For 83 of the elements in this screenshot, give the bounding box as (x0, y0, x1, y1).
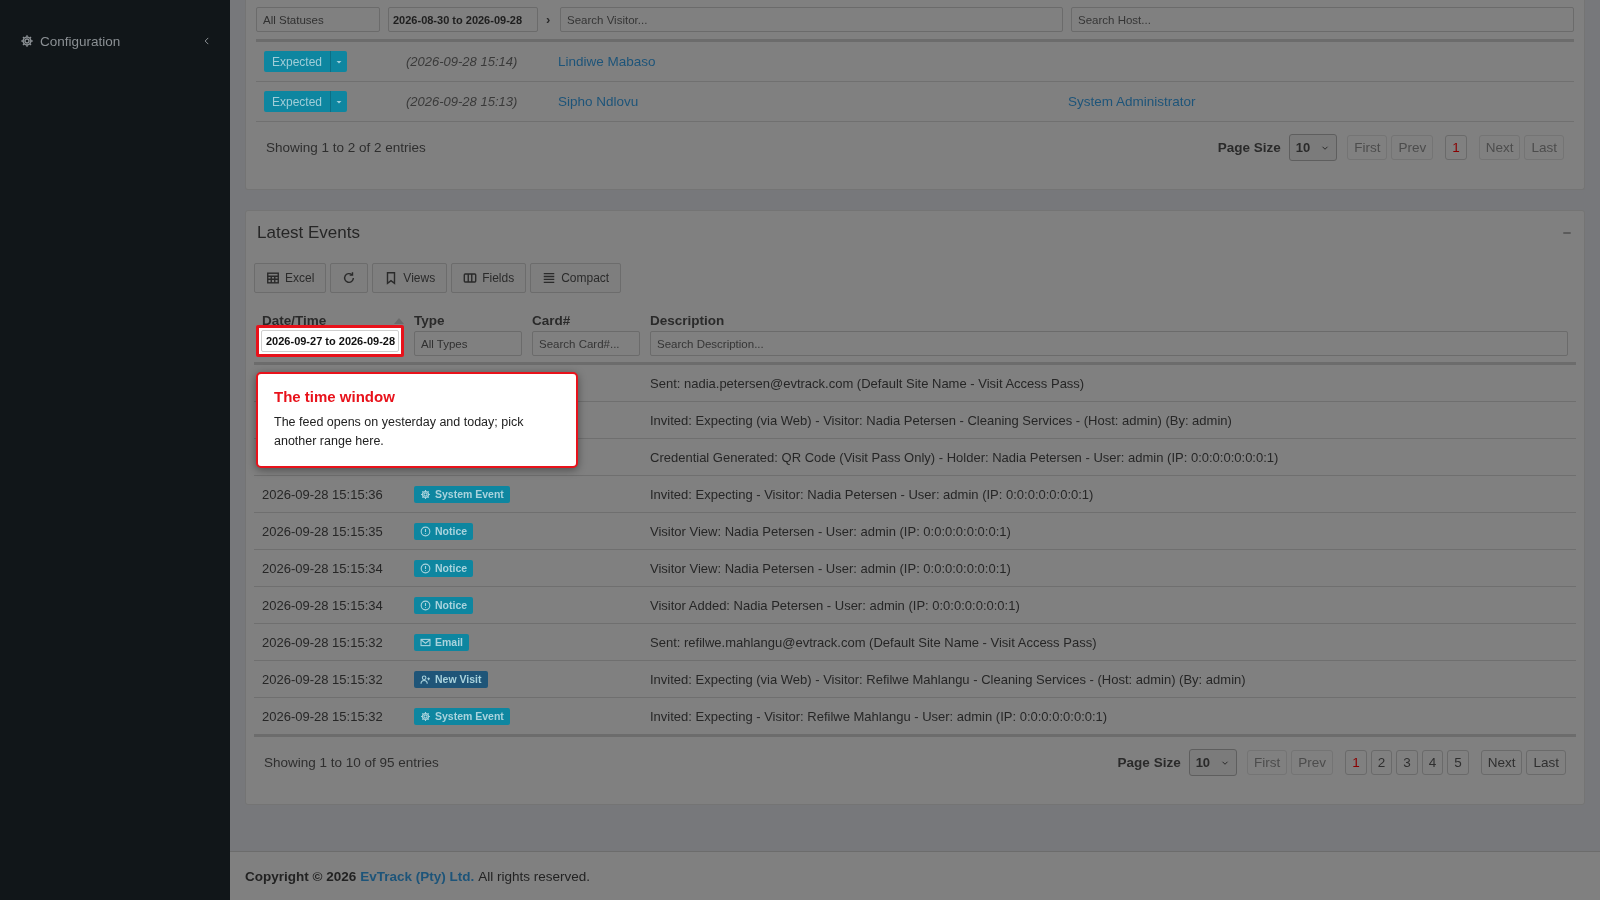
page-size-label: Page Size (1117, 755, 1181, 770)
gear-icon (420, 710, 431, 722)
event-description: Invited: Expecting (via Web) - Visitor: Nadia Petersen - Cleaning Services - (Host: admin) (By: admin) (650, 412, 1233, 428)
refresh-button[interactable] (330, 263, 369, 293)
event-description: Credential Generated: QR Code (Visit Pass Only) - Holder: Nadia Petersen - User: admin (IP: 0:0:0:0:0:0:0:1) (650, 449, 1280, 465)
event-datetime: 2026-09-28 15:15:32 (262, 708, 384, 724)
event-type-badge: System Event (414, 707, 510, 725)
page-number-button[interactable]: 4 (1421, 750, 1444, 775)
gear-icon (20, 34, 34, 48)
event-type-badge: Notice (414, 522, 474, 540)
column-header[interactable]: Card# (532, 313, 650, 328)
panel-title: Latest Events (257, 223, 360, 243)
event-description: Invited: Expecting - Visitor: Nadia Petersen - User: admin (IP: 0:0:0:0:0:0:0:1) (650, 486, 1095, 502)
type-filter[interactable]: All Types (414, 331, 522, 356)
column-header[interactable]: Type (414, 313, 532, 328)
refresh-icon (342, 271, 357, 285)
event-type-badge: New Visit (414, 670, 488, 688)
event-description: Sent: refilwe.mahlangu@evtrack.com (Default Site Name - Visit Access Pass) (650, 634, 1098, 650)
date-range-field[interactable]: 2026-09-27 to 2026-09-28 (261, 330, 399, 352)
popover-title: The time window (274, 388, 396, 405)
page-number-button[interactable]: 5 (1447, 750, 1469, 775)
exclamation-circle-icon (420, 525, 431, 537)
status-split-button[interactable]: Expected (264, 51, 347, 72)
event-type-badge: Notice (414, 559, 474, 577)
page-number-button[interactable]: 1 (1345, 750, 1367, 775)
event-datetime: 2026-09-28 15:15:32 (262, 634, 384, 650)
visitor-link[interactable]: Lindiwe Mabaso (558, 54, 1068, 69)
page-number-button[interactable]: 2 (1370, 750, 1393, 775)
column-header[interactable]: Description (650, 313, 1568, 328)
host-search-field[interactable]: Search Host... (1071, 7, 1574, 32)
event-description: Visitor Added: Nadia Petersen - User: admin (IP: 0:0:0:0:0:0:0:1) (650, 597, 1021, 613)
visitor-search-field[interactable]: Search Visitor... (560, 7, 1063, 32)
page-number-button[interactable]: 3 (1396, 750, 1418, 775)
exclamation-circle-icon (420, 599, 431, 611)
visit-time: (2026-09-28 15:14) (406, 54, 519, 69)
entries-info: Showing 1 to 10 of 95 entries (264, 755, 439, 770)
compact-button[interactable]: Compact (530, 263, 622, 293)
event-datetime: 2026-09-28 15:15:34 (262, 560, 384, 576)
views-button[interactable]: Views (372, 263, 448, 293)
event-datetime: 2026-09-28 15:15:34 (262, 597, 384, 613)
event-description: Visitor View: Nadia Petersen - User: admin (IP: 0:0:0:0:0:0:0:1) (650, 560, 1012, 576)
entries-info: Showing 1 to 2 of 2 entries (266, 140, 426, 155)
columns-icon (463, 271, 478, 285)
table-icon (266, 271, 280, 285)
popover-text: The feed opens on yesterday and today; pick another range here. (274, 414, 525, 451)
status-split-button[interactable]: Expected (264, 91, 347, 112)
event-type-badge: System Event (414, 485, 510, 503)
event-description: Invited: Expecting (via Web) - Visitor: Refilwe Mahlangu - Cleaning Services - (Host: admin) (By: admin) (650, 671, 1247, 687)
host-link[interactable]: System Administrator (1068, 94, 1574, 109)
event-datetime: 2026-09-28 15:15:36 (262, 486, 384, 502)
envelope-icon (420, 636, 431, 648)
card-search-field[interactable]: Search Card#... (532, 331, 640, 356)
visit-time: (2026-09-28 15:13) (406, 94, 519, 109)
gear-icon (420, 488, 431, 500)
last-page-button[interactable]: Last (1526, 750, 1566, 775)
event-type-badge: Email (414, 633, 469, 651)
page-number-button[interactable]: 1 (1445, 135, 1467, 160)
fields-button[interactable]: Fields (451, 263, 527, 293)
column-header[interactable]: Date/Time (262, 313, 414, 328)
excel-button[interactable]: Excel (254, 263, 327, 293)
sidebar-item[interactable]: Configuration (0, 30, 230, 52)
list-icon (542, 271, 557, 285)
event-description: Invited: Expecting - Visitor: Refilwe Mahlangu - User: admin (IP: 0:0:0:0:0:0:0:1) (650, 708, 1109, 724)
page-size-select[interactable]: 10 (1188, 749, 1238, 776)
event-datetime: 2026-09-28 15:15:32 (262, 671, 384, 687)
event-type-badge: Notice (414, 596, 474, 614)
rights-text: All rights reserved. (478, 868, 591, 884)
status-filter[interactable]: All Statuses (256, 7, 380, 32)
exclamation-circle-icon (420, 562, 431, 574)
company-link[interactable]: EvTrack (Pty) Ltd. (360, 868, 475, 884)
event-description: Visitor View: Nadia Petersen - User: admin (IP: 0:0:0:0:0:0:0:1) (650, 523, 1012, 539)
copyright-text: Copyright © 2026 (245, 868, 357, 884)
date-range-field[interactable]: 2026-08-30 to 2026-09-28 (388, 7, 538, 32)
user-plus-icon (420, 673, 431, 685)
page-size-label: Page Size (1217, 140, 1281, 155)
event-description: Sent: nadia.petersen@evtrack.com (Default Site Name - Visit Access Pass) (650, 375, 1086, 391)
range-arrow: › (546, 12, 552, 27)
description-search-field[interactable]: Search Description... (650, 331, 1568, 356)
visitor-link[interactable]: Sipho Ndlovu (558, 94, 1068, 109)
next-page-button[interactable]: Next (1480, 750, 1523, 775)
page-size-select[interactable]: 10 (1288, 134, 1338, 161)
event-datetime: 2026-09-28 15:15:35 (262, 523, 384, 539)
chevron-left-icon (202, 36, 212, 46)
